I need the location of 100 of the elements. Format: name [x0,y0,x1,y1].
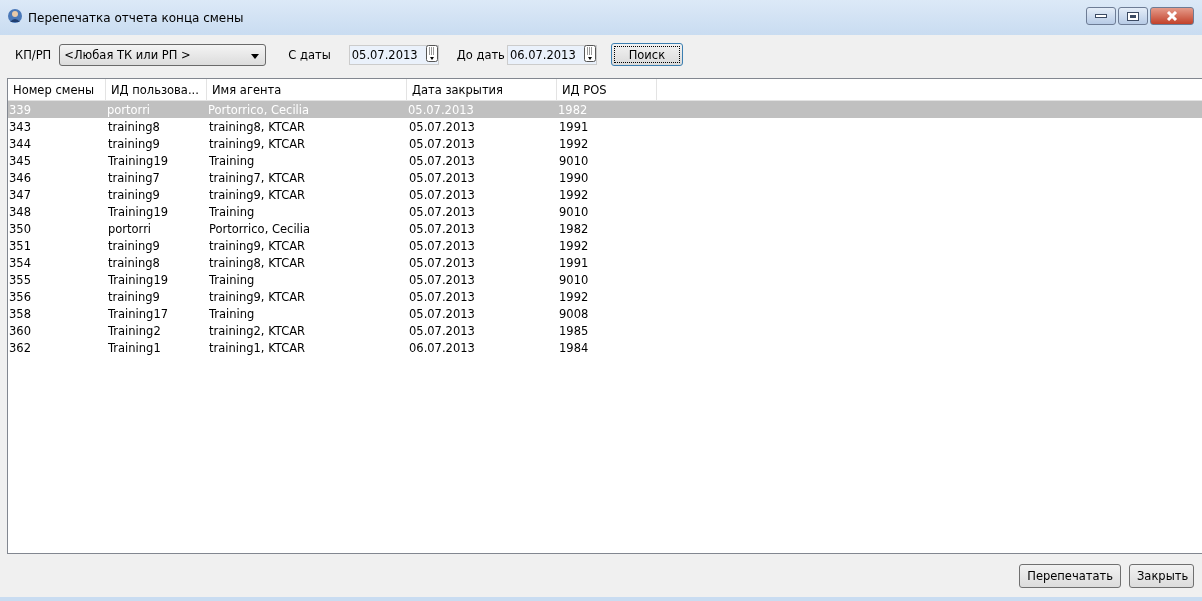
table-cell-text: 05.07.2013 [408,204,476,219]
table-cell-text: Training [208,272,256,287]
table-cell-text: 05.07.2013 [408,323,476,338]
table-cell-text: 05.07.2013 [408,187,476,202]
table-cell-text: Training19 [107,153,169,168]
table-cell-text: training9, KTCAR [208,187,307,202]
table-cell-text: 1984 [558,340,590,355]
table-cell-text: 1992 [558,238,590,253]
table-cell-text: 05.07.2013 [408,255,476,270]
table-cell-text: portorri [106,102,152,117]
table-row[interactable]: 346 training7 training7, KTCAR 05.07.2013 1990 [8,169,1202,186]
table-cell-text: 1992 [558,187,590,202]
table-cell-text: 355 [8,272,32,287]
table-cell-text: Training [208,306,256,321]
table-cell-text: Portorrico, Cecilia [208,221,311,236]
table-cell-text: Portorrico, Cecilia [207,102,310,117]
table-cell-text: 347 [8,187,32,202]
from-date-field[interactable]: 05.07.2013 [348,44,439,65]
minimize-icon [1095,14,1107,18]
reprint-button[interactable]: Перепечатать [1019,563,1121,588]
table-row[interactable]: 347 training9 training9, KTCAR 05.07.2013 1992 [8,186,1202,203]
to-date-label: До дать [456,47,505,62]
minimize-button[interactable] [1086,7,1116,25]
table-cell-text: 358 [8,306,32,321]
table-cell-text: 9010 [558,272,590,287]
table-row[interactable]: 354 training8 training8, KTCAR 05.07.2013 1991 [8,254,1202,271]
close-dialog-button[interactable]: Закрыть [1129,563,1194,588]
table-cell-text: 356 [8,289,32,304]
close-button[interactable] [1150,7,1194,25]
table-cell-text: 339 [8,102,32,117]
column-header[interactable]: Номер смены [8,79,106,100]
table-cell-text: 1991 [558,255,590,270]
table-row[interactable]: 358 Training17 Training 05.07.2013 9008 [8,305,1202,322]
table-cell-text: training8 [107,119,161,134]
table-row[interactable]: 348 Training19 Training 05.07.2013 9010 [8,203,1202,220]
table-cell-text: training9, KTCAR [208,136,307,151]
table-cell-text: 9010 [558,204,590,219]
table-row[interactable]: 351 training9 training9, KTCAR 05.07.2013 1992 [8,237,1202,254]
table-row[interactable]: 360 Training2 training2, KTCAR 05.07.2013 1985 [8,322,1202,339]
table-cell-text: 360 [8,323,32,338]
table-cell-text: training9, KTCAR [208,289,307,304]
table-cell-text: 05.07.2013 [408,153,476,168]
calendar-icon[interactable] [425,44,438,62]
maximize-button[interactable] [1118,7,1148,25]
table-cell-text: 9008 [558,306,590,321]
calendar-icon[interactable] [583,44,596,62]
table-cell-text: 05.07.2013 [408,306,476,321]
column-header[interactable]: Дата закрытия [407,79,557,100]
table-cell-text: 05.07.2013 [408,170,476,185]
table-cell-text: training1, KTCAR [208,340,307,355]
table-cell-text: 345 [8,153,32,168]
table-row[interactable]: 350 portorri Portorrico, Cecilia 05.07.2013 1982 [8,220,1202,237]
column-header[interactable]: ИД POS [557,79,657,100]
table-row[interactable]: 343 training8 training8, KTCAR 05.07.2013 1991 [8,118,1202,135]
table-cell-text: training8 [107,255,161,270]
table-cell-text: 9010 [558,153,590,168]
table-cell-text: 1982 [558,221,590,236]
table-cell-text: Training19 [107,204,169,219]
table-cell-text: 05.07.2013 [407,102,475,117]
table-cell-text: Training [208,204,256,219]
table-cell-text: 346 [8,170,32,185]
to-date-field[interactable]: 06.07.2013 [506,44,597,65]
table-cell-text: portorri [107,221,153,236]
caret-icon [251,53,260,59]
table-cell-text: training9 [107,289,161,304]
from-date-label: С даты [288,47,331,62]
table-row[interactable]: 355 Training19 Training 05.07.2013 9010 [8,271,1202,288]
table-cell-text: 05.07.2013 [408,136,476,151]
table-cell-text: training2, KTCAR [208,323,307,338]
table-row[interactable]: 344 training9 training9, KTCAR 05.07.2013 1992 [8,135,1202,152]
table-cell-text: training9 [107,187,161,202]
table-row[interactable]: 362 Training1 training1, KTCAR 06.07.2013 1984 [8,339,1202,356]
app-icon [8,8,22,24]
table-cell-text: Training [208,153,256,168]
station-label: КП/РП [15,47,52,62]
table-cell-text: 348 [8,204,32,219]
column-header[interactable]: ИД пользова... [106,79,207,100]
table-cell-text: training8, KTCAR [208,255,307,270]
table-cell-text: Training17 [107,306,169,321]
table-cell-text: 05.07.2013 [408,221,476,236]
table-cell-text: 1992 [558,136,590,151]
table-cell-text: training9 [107,238,161,253]
table-row[interactable]: 356 training9 training9, KTCAR 05.07.2013 1992 [8,288,1202,305]
column-header[interactable]: Имя агента [207,79,407,100]
search-button[interactable]: Поиск [610,43,683,66]
table-cell-text: 362 [8,340,32,355]
table-cell-text: 05.07.2013 [408,238,476,253]
table-row[interactable]: 345 Training19 Training 05.07.2013 9010 [8,152,1202,169]
table-cell-text: 05.07.2013 [408,289,476,304]
table-cell-text: 351 [8,238,32,253]
table-cell-text: 1992 [558,289,590,304]
table-cell-text: 350 [8,221,32,236]
table-cell-text: 343 [8,119,32,134]
table-cell-text: training8, KTCAR [208,119,307,134]
table-cell-text: 06.07.2013 [408,340,476,355]
table-cell-text: Training2 [107,323,162,338]
table-cell-text: training9 [107,136,161,151]
table-cell-text: 1982 [557,102,589,117]
table-cell-text: 344 [8,136,32,151]
station-dropdown[interactable]: <Любая ТК или РП > [59,43,267,66]
